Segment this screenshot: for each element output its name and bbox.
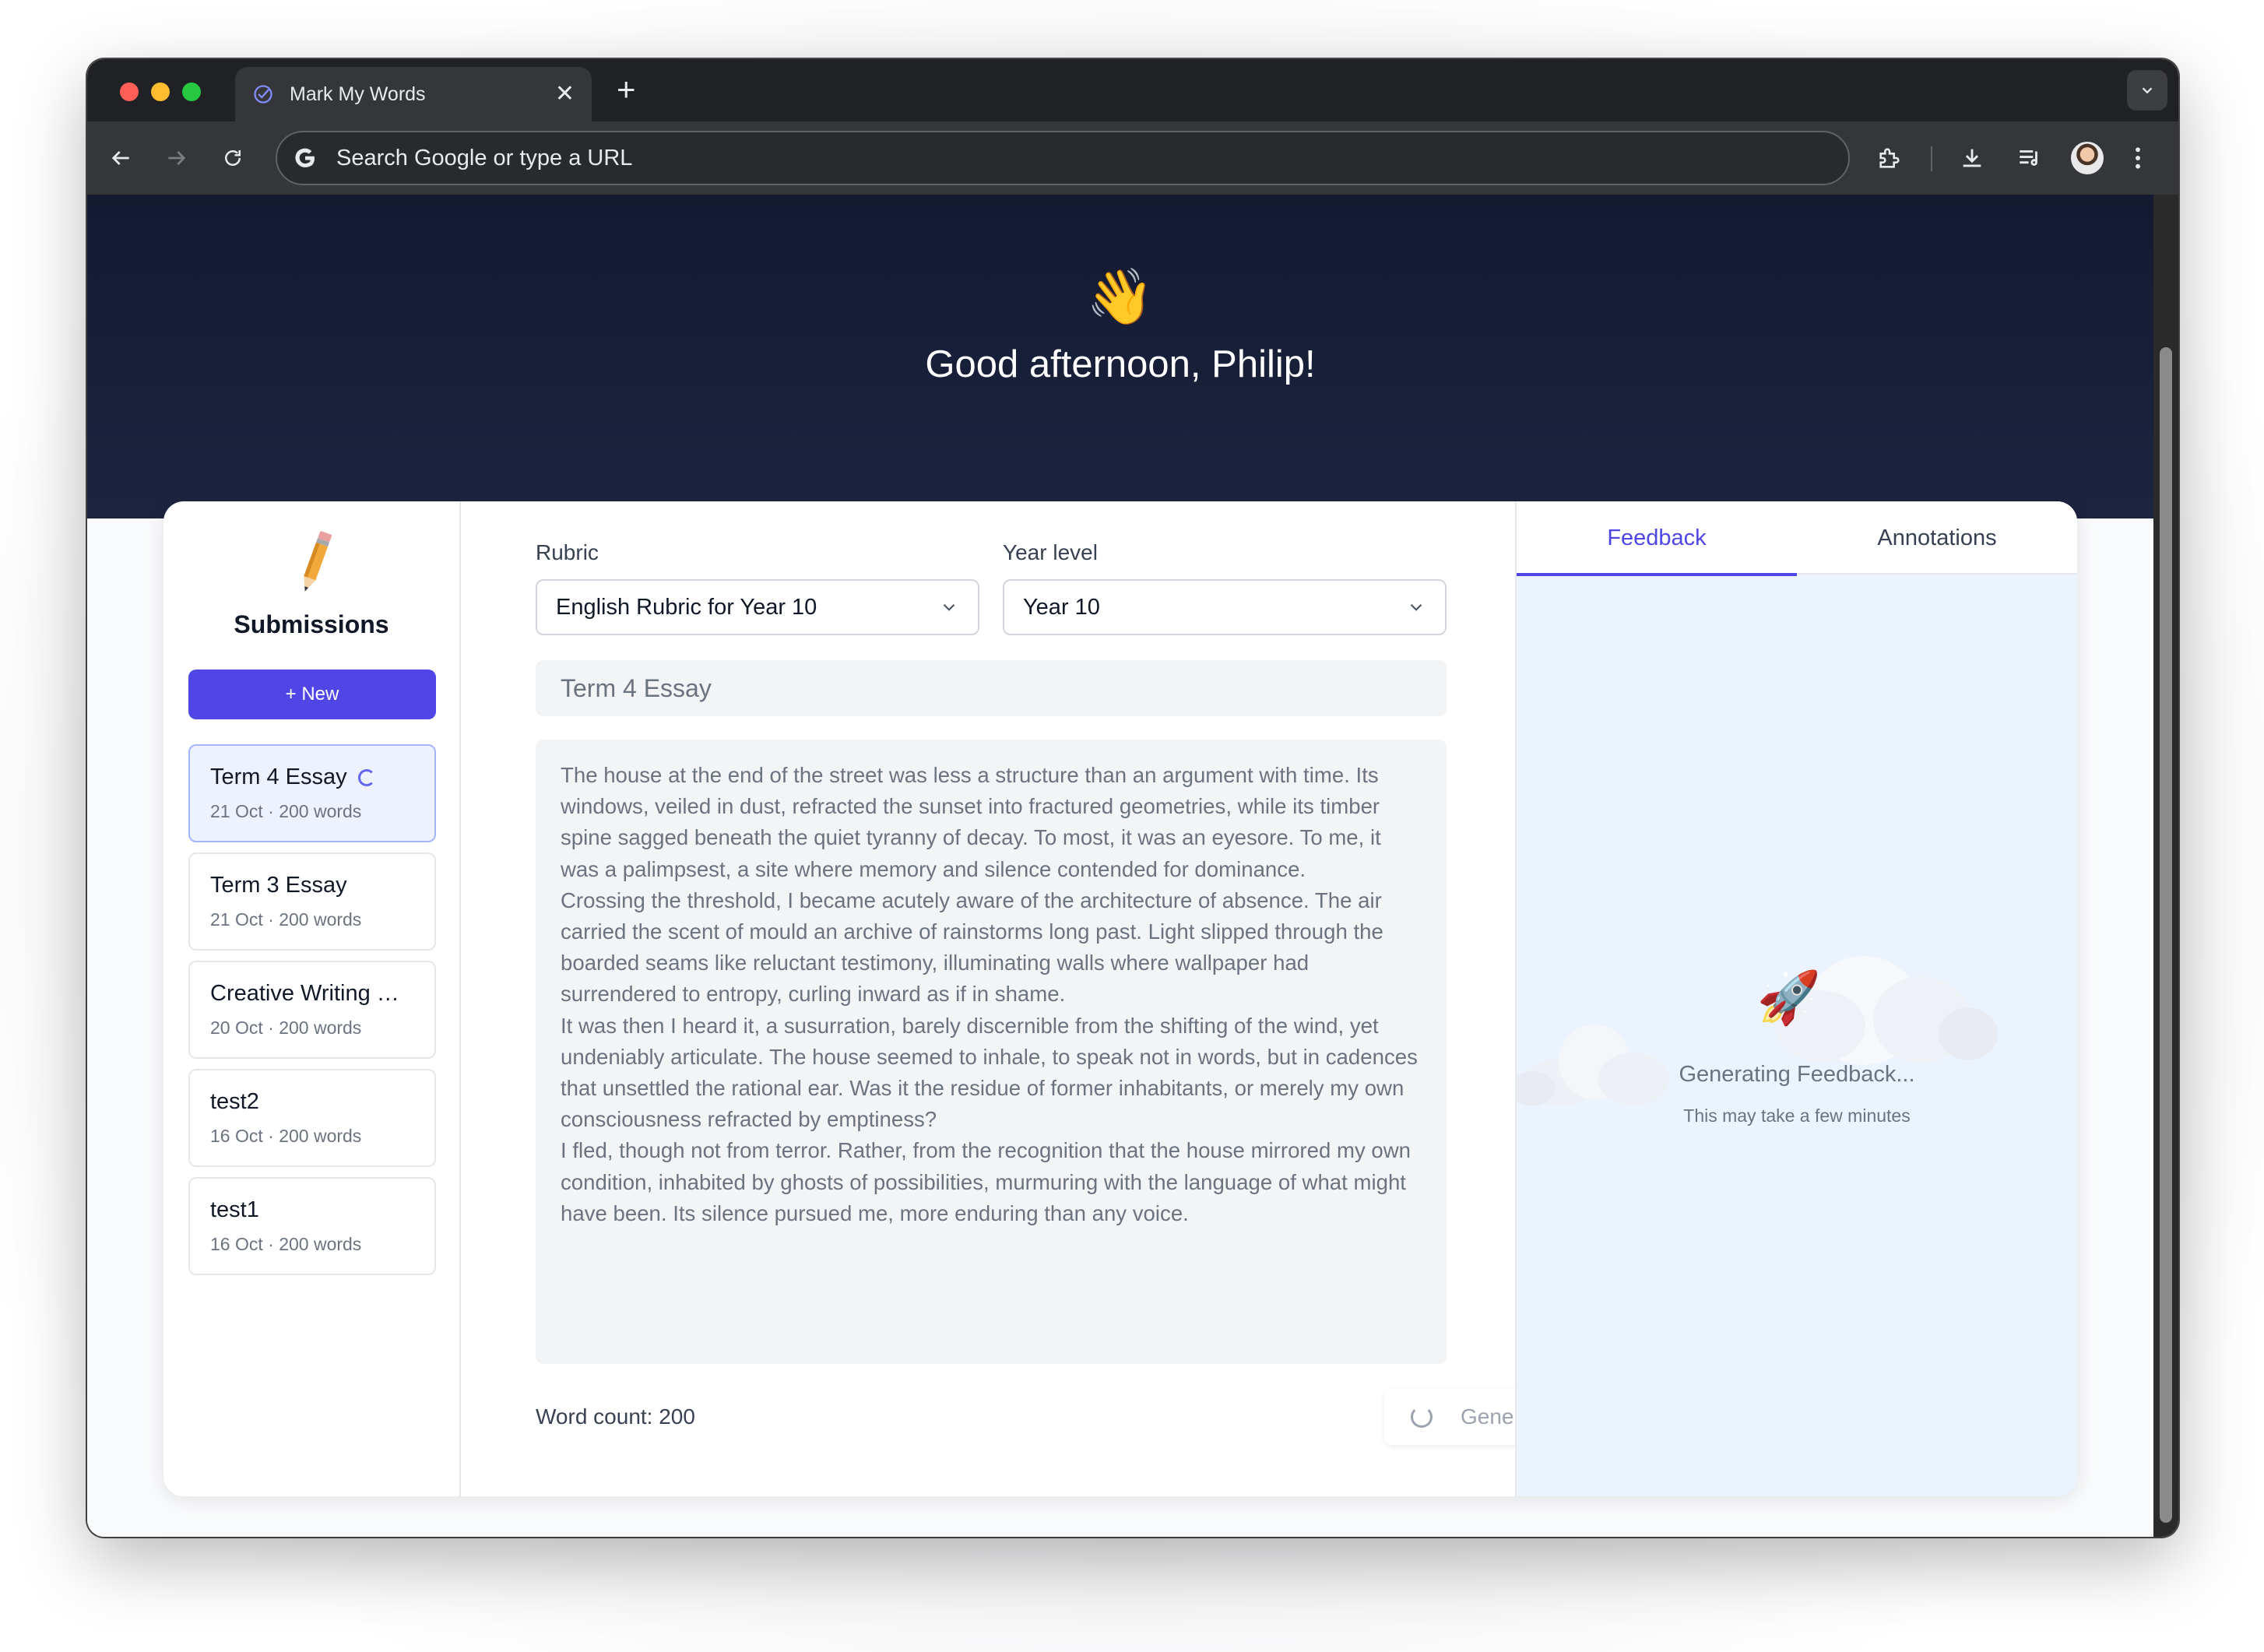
tab-title: Mark My Words bbox=[290, 83, 426, 105]
year-level-label: Year level bbox=[1003, 540, 1098, 564]
essay-editor: Rubric English Rubric for Year 10 Year l… bbox=[461, 501, 1612, 1496]
check-circle-icon bbox=[254, 85, 272, 104]
waving-hand-icon: 👋 bbox=[1086, 266, 1155, 327]
download-icon bbox=[1963, 149, 1981, 167]
playlist-icon bbox=[2020, 150, 2037, 166]
submission-item[interactable]: Term 3 Essay 21 Oct · 200 words bbox=[188, 852, 436, 951]
browser-tab[interactable]: Mark My Words ✕ bbox=[235, 67, 592, 121]
google-icon bbox=[295, 148, 315, 167]
back-button[interactable] bbox=[103, 140, 139, 176]
tab-close-icon[interactable]: ✕ bbox=[555, 83, 575, 106]
browser-window: Mark My Words ✕ + Search Google or type … bbox=[87, 59, 2178, 1537]
browser-toolbar: Search Google or type a URL bbox=[87, 121, 2178, 195]
chevron-down-icon bbox=[1410, 603, 1422, 611]
submission-name-row: test1 bbox=[210, 1197, 414, 1223]
new-submission-button[interactable]: + New bbox=[188, 670, 436, 719]
submission-meta: 21 Oct · 200 words bbox=[210, 801, 362, 821]
generating-substatus: This may take a few minutes bbox=[1683, 1105, 1911, 1126]
submission-item[interactable]: Creative Writing … 20 Oct · 200 words bbox=[188, 961, 436, 1059]
menu-button[interactable] bbox=[2122, 139, 2153, 178]
toolbar-separator bbox=[1931, 146, 1932, 171]
submission-meta: 16 Oct · 200 words bbox=[210, 1234, 362, 1254]
more-vertical-icon bbox=[2136, 147, 2140, 169]
submission-name: Term 3 Essay bbox=[210, 873, 347, 898]
close-window-button[interactable] bbox=[120, 83, 139, 101]
puzzle-icon bbox=[1879, 148, 1900, 168]
feedback-tabs: Feedback Annotations bbox=[1517, 501, 2077, 576]
pencil-icon bbox=[304, 531, 332, 592]
downloads-button[interactable] bbox=[1953, 139, 1992, 178]
rubric-value: English Rubric for Year 10 bbox=[556, 594, 817, 620]
submission-meta: 21 Oct · 200 words bbox=[210, 909, 362, 930]
submission-name-row: Creative Writing … bbox=[210, 981, 414, 1007]
loading-spinner-icon bbox=[357, 768, 375, 786]
essay-title-input[interactable]: Term 4 Essay bbox=[536, 660, 1447, 716]
tab-feedback[interactable]: Feedback bbox=[1517, 501, 1797, 576]
generating-status: Generating Feedback... bbox=[1679, 1062, 1915, 1087]
web-page: 👋 Good afternoon, Philip! Submissions + … bbox=[87, 195, 2153, 1537]
feedback-panel: Feedback Annotations 🚀 Generating Feedba… bbox=[1515, 501, 2077, 1496]
main-card: Submissions + New Term 4 Essay 21 Oct · … bbox=[163, 501, 2077, 1496]
submission-meta: 20 Oct · 200 words bbox=[210, 1018, 362, 1038]
arrow-right-icon bbox=[168, 151, 186, 165]
forward-button[interactable] bbox=[159, 140, 195, 176]
submission-name: Creative Writing … bbox=[210, 981, 399, 1006]
essay-paragraph: The house at the end of the street was l… bbox=[561, 763, 1381, 881]
greeting-heading: Good afternoon, Philip! bbox=[925, 343, 1316, 385]
submission-name-row: Term 4 Essay bbox=[210, 764, 414, 790]
chevron-down-icon bbox=[943, 603, 955, 611]
submission-list: Term 4 Essay 21 Oct · 200 words Term 3 E… bbox=[188, 744, 436, 1285]
submission-name-row: test2 bbox=[210, 1089, 414, 1115]
submission-item[interactable]: test1 16 Oct · 200 words bbox=[188, 1177, 436, 1275]
submission-item[interactable]: test2 16 Oct · 200 words bbox=[188, 1069, 436, 1167]
year-level-select[interactable]: Year 10 bbox=[1003, 579, 1447, 635]
chevron-down-icon bbox=[2142, 87, 2153, 94]
scrollbar-thumb[interactable] bbox=[2160, 347, 2172, 1523]
submissions-title: Submissions bbox=[234, 610, 389, 638]
address-bar-placeholder: Search Google or type a URL bbox=[336, 145, 633, 170]
submission-item[interactable]: Term 4 Essay 21 Oct · 200 words bbox=[188, 744, 436, 842]
rocket-icon: 🚀 bbox=[1757, 968, 1821, 1027]
media-button[interactable] bbox=[2010, 139, 2049, 178]
submission-name-row: Term 3 Essay bbox=[210, 873, 414, 898]
address-bar[interactable]: Search Google or type a URL bbox=[276, 131, 1850, 185]
window-controls bbox=[120, 83, 201, 101]
tab-strip: Mark My Words ✕ + bbox=[87, 59, 2178, 121]
arrow-left-icon bbox=[111, 151, 129, 165]
word-count: Word count: 200 bbox=[536, 1404, 695, 1429]
year-level-value: Year 10 bbox=[1023, 594, 1100, 620]
submissions-sidebar: Submissions + New Term 4 Essay 21 Oct · … bbox=[163, 501, 461, 1496]
reload-icon bbox=[225, 150, 241, 166]
tab-search-button[interactable] bbox=[2127, 70, 2167, 111]
tab-annotations[interactable]: Annotations bbox=[1797, 501, 2077, 575]
page-scrollbar[interactable] bbox=[2153, 195, 2178, 1537]
essay-paragraph: Crossing the threshold, I became acutely… bbox=[561, 888, 1383, 1007]
submission-meta: 16 Oct · 200 words bbox=[210, 1126, 362, 1146]
avatar bbox=[2071, 142, 2104, 174]
hero-banner: 👋 Good afternoon, Philip! bbox=[87, 195, 2153, 518]
essay-paragraph: I fled, though not from terror. Rather, … bbox=[561, 1138, 1411, 1225]
reload-button[interactable] bbox=[215, 140, 251, 176]
rubric-select[interactable]: English Rubric for Year 10 bbox=[536, 579, 979, 635]
essay-paragraph: It was then I heard it, a susurration, b… bbox=[561, 1013, 1418, 1132]
new-tab-button[interactable]: + bbox=[617, 73, 636, 106]
essay-textarea[interactable]: The house at the end of the street was l… bbox=[536, 740, 1447, 1364]
minimize-window-button[interactable] bbox=[151, 83, 170, 101]
loading-spinner-icon bbox=[1411, 1406, 1433, 1428]
submission-name: Term 4 Essay bbox=[210, 764, 347, 789]
zoom-window-button[interactable] bbox=[182, 83, 201, 101]
submission-name: test2 bbox=[210, 1089, 259, 1114]
rubric-label: Rubric bbox=[536, 540, 599, 564]
submission-name: test1 bbox=[210, 1197, 259, 1222]
profile-button[interactable] bbox=[2068, 139, 2107, 178]
extensions-button[interactable] bbox=[1870, 139, 1909, 178]
